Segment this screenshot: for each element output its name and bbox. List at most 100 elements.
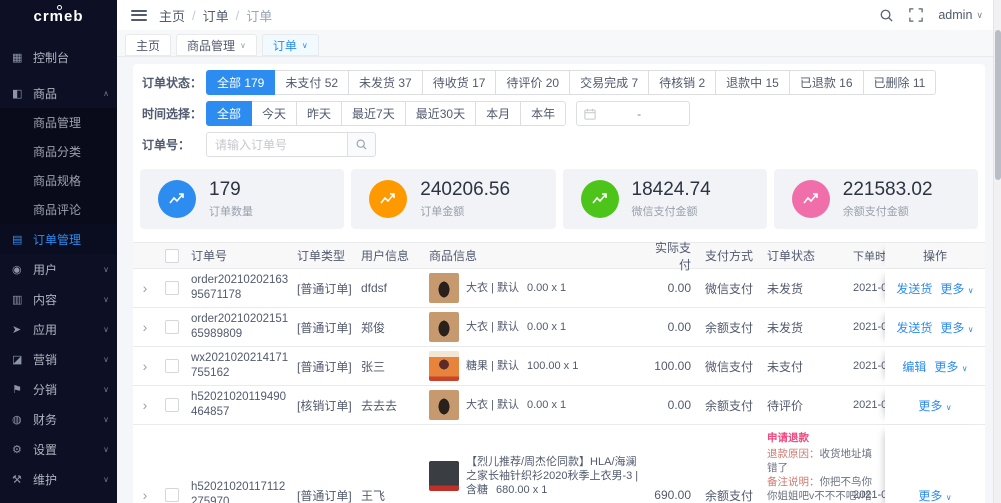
sidebar-item-goods-spec[interactable]: 商品规格 bbox=[0, 166, 117, 195]
order-no: wx2021020214171755162 bbox=[187, 351, 293, 381]
sidebar-item-goods-category[interactable]: 商品分类 bbox=[0, 137, 117, 166]
chevron-down-icon: ∨ bbox=[302, 41, 308, 50]
edit-button[interactable]: 编辑 bbox=[902, 358, 926, 375]
order-type: [普通订单] bbox=[293, 319, 357, 336]
order-no: h52021020117112275970 bbox=[187, 480, 293, 503]
chevron-down-icon: ∨ bbox=[962, 364, 968, 373]
expand-row-icon[interactable]: › bbox=[133, 358, 157, 374]
sidebar-item-goods[interactable]: ◧ 商品 ∧ bbox=[0, 78, 117, 108]
status-filter-deleted[interactable]: 已删除 11 bbox=[863, 70, 937, 95]
sidebar-item-goods-review[interactable]: 商品评论 bbox=[0, 195, 117, 224]
ship-button[interactable]: 发送货 bbox=[896, 319, 932, 336]
expand-row-icon[interactable]: › bbox=[133, 319, 157, 335]
expand-row-icon[interactable]: › bbox=[133, 397, 157, 413]
tab-home[interactable]: 主页 bbox=[125, 34, 171, 56]
chevron-down-icon: ∨ bbox=[103, 265, 109, 274]
sidebar-item-distribution[interactable]: ⚑ 分销 ∨ bbox=[0, 374, 117, 404]
sidebar-item-finance[interactable]: ◍ 财务 ∨ bbox=[0, 404, 117, 434]
scrollbar-thumb[interactable] bbox=[995, 30, 1001, 180]
col-order-status: 订单状态 bbox=[763, 247, 849, 264]
status-filter-complete[interactable]: 交易完成 7 bbox=[569, 70, 649, 95]
time-filter-30days[interactable]: 最近30天 bbox=[405, 101, 476, 126]
time-filter-yesterday[interactable]: 昨天 bbox=[296, 101, 342, 126]
date-range-picker[interactable]: - bbox=[576, 101, 690, 126]
order-no: order2021020215165989809 bbox=[187, 312, 293, 342]
status-filter-unpaid[interactable]: 未支付 52 bbox=[274, 70, 349, 95]
product-image bbox=[429, 461, 459, 491]
stat-order-count: 179 订单数量 bbox=[140, 169, 344, 229]
status-filter-unshipped[interactable]: 未发货 37 bbox=[348, 70, 423, 95]
status-filter-receiving[interactable]: 待收货 17 bbox=[422, 70, 497, 95]
row-checkbox[interactable] bbox=[165, 359, 179, 373]
status-filter-refunding[interactable]: 退款中 15 bbox=[715, 70, 790, 95]
sidebar-item-settings[interactable]: ⚙ 设置 ∨ bbox=[0, 434, 117, 464]
col-pay-method: 支付方式 bbox=[701, 247, 763, 264]
fullscreen-icon[interactable] bbox=[908, 7, 924, 23]
row-checkbox[interactable] bbox=[165, 281, 179, 295]
status-filter-review[interactable]: 待评价 20 bbox=[495, 70, 570, 95]
order-time: 2021-02-0 bbox=[849, 360, 885, 372]
more-button[interactable]: 更多 ∨ bbox=[918, 487, 951, 503]
time-filter-today[interactable]: 今天 bbox=[251, 101, 297, 126]
user-menu[interactable]: admin ∨ bbox=[938, 8, 983, 22]
order-status: 待评价 bbox=[763, 397, 849, 414]
tab-orders[interactable]: 订单 ∨ bbox=[262, 34, 319, 56]
settings-icon: ⚙ bbox=[12, 443, 26, 456]
sidebar-item-dashboard[interactable]: ▦ 控制台 bbox=[0, 42, 117, 72]
stat-wechat-pay-amount: 18424.74 微信支付金额 bbox=[563, 169, 767, 229]
more-button[interactable]: 更多 ∨ bbox=[940, 280, 973, 297]
status-filter-all[interactable]: 全部 179 bbox=[206, 70, 275, 95]
header-checkbox[interactable] bbox=[165, 249, 179, 263]
more-button[interactable]: 更多 ∨ bbox=[918, 397, 951, 414]
sidebar-item-goods-manage[interactable]: 商品管理 bbox=[0, 108, 117, 137]
breadcrumb-home[interactable]: 主页 bbox=[159, 6, 185, 25]
stat-value: 18424.74 bbox=[632, 179, 711, 201]
more-button[interactable]: 更多 ∨ bbox=[934, 358, 967, 375]
time-filter: 全部 今天 昨天 最近7天 最近30天 本月 本年 bbox=[206, 101, 566, 126]
order-no-input[interactable] bbox=[206, 132, 348, 157]
expand-row-icon[interactable]: › bbox=[133, 487, 157, 503]
more-button[interactable]: 更多 ∨ bbox=[940, 319, 973, 336]
status-filter-verify[interactable]: 待核销 2 bbox=[648, 70, 716, 95]
page-scrollbar[interactable] bbox=[993, 0, 1001, 503]
chevron-down-icon: ∨ bbox=[103, 445, 109, 454]
sidebar-item-marketing[interactable]: ◪ 营销 ∨ bbox=[0, 344, 117, 374]
expand-row-icon[interactable]: › bbox=[133, 280, 157, 296]
sidebar: crmeb ▦ 控制台 ◧ 商品 ∧ 商品管理 商品分类 商品规格 商品评论 ▤… bbox=[0, 0, 117, 503]
orders-panel: 订单状态： 全部 179 未支付 52 未发货 37 待收货 17 待评价 20… bbox=[133, 64, 985, 503]
sidebar-item-order-manage[interactable]: ▤ 订单管理 bbox=[0, 224, 117, 254]
tab-goods-manage[interactable]: 商品管理 ∨ bbox=[176, 34, 257, 56]
row-checkbox[interactable] bbox=[165, 320, 179, 334]
time-filter-7days[interactable]: 最近7天 bbox=[341, 101, 406, 126]
order-type: [核销订单] bbox=[293, 397, 357, 414]
dashboard-icon: ▦ bbox=[12, 51, 26, 64]
time-filter-all[interactable]: 全部 bbox=[206, 101, 252, 126]
status-filter-refunded[interactable]: 已退款 16 bbox=[789, 70, 864, 95]
chevron-down-icon: ∨ bbox=[946, 493, 952, 502]
chevron-down-icon: ∨ bbox=[103, 475, 109, 484]
logo-text: crmeb bbox=[33, 8, 83, 25]
search-order-button[interactable] bbox=[348, 132, 376, 157]
row-checkbox[interactable] bbox=[165, 488, 179, 502]
actual-pay: 100.00 bbox=[645, 359, 701, 373]
sidebar-item-users[interactable]: ◉ 用户 ∨ bbox=[0, 254, 117, 284]
ship-button[interactable]: 发送货 bbox=[896, 280, 932, 297]
order-status: 未支付 bbox=[763, 358, 849, 375]
sidebar-item-content[interactable]: ▥ 内容 ∨ bbox=[0, 284, 117, 314]
app-logo: crmeb bbox=[0, 0, 117, 32]
sidebar-item-apps[interactable]: ➤ 应用 ∨ bbox=[0, 314, 117, 344]
user-info: 张三 bbox=[357, 358, 425, 375]
search-icon[interactable] bbox=[878, 7, 894, 23]
sidebar-item-maintenance[interactable]: ⚒ 维护 ∨ bbox=[0, 464, 117, 494]
product-item: 糖果 | 默认100.00 x 1 bbox=[429, 347, 641, 385]
time-filter-year[interactable]: 本年 bbox=[520, 101, 566, 126]
menu-toggle-icon[interactable] bbox=[131, 10, 147, 21]
breadcrumb-orders[interactable]: 订单 bbox=[203, 6, 229, 25]
time-filter-month[interactable]: 本月 bbox=[475, 101, 521, 126]
table-row: › h52021020119490464857 [核销订单] 去去去 大衣 | … bbox=[133, 386, 985, 425]
actual-pay: 0.00 bbox=[645, 398, 701, 412]
chevron-down-icon: ∨ bbox=[103, 355, 109, 364]
finance-icon: ◍ bbox=[12, 413, 26, 426]
product-item: 大衣 | 默认0.00 x 1 bbox=[429, 386, 641, 424]
row-checkbox[interactable] bbox=[165, 398, 179, 412]
